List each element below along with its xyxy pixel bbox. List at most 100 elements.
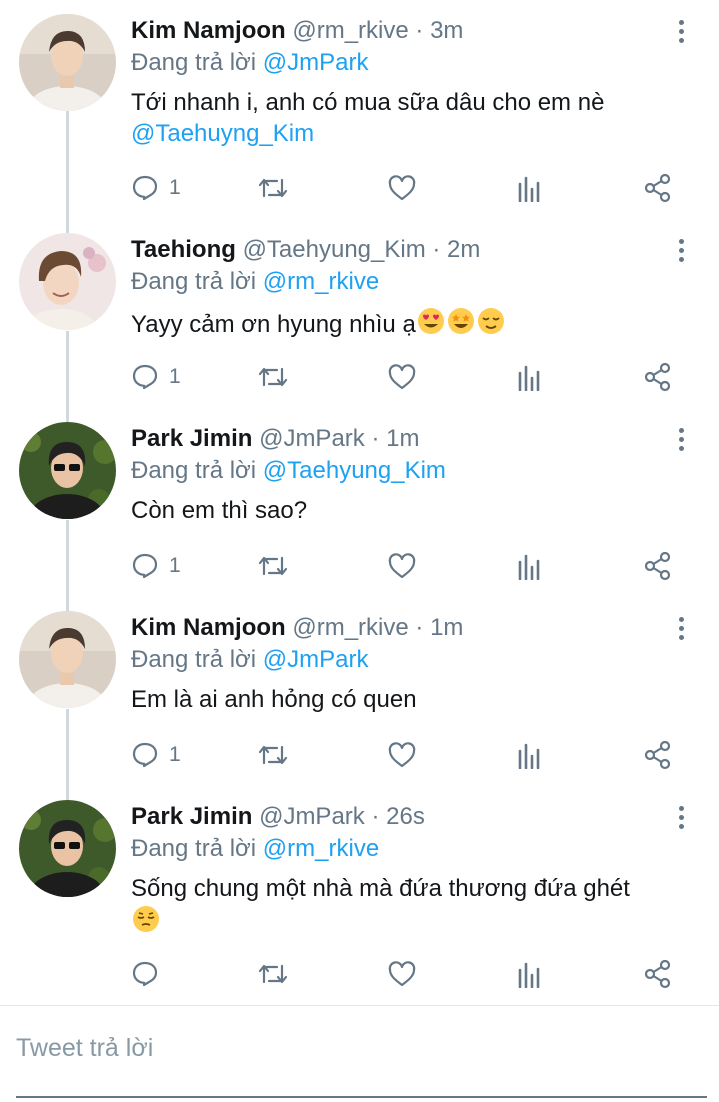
tweet-text: Còn em thì sao?	[131, 495, 691, 526]
replying-label: Đang trả lời	[131, 268, 257, 295]
tweet-text: Em là ai anh hỏng có quen	[131, 684, 691, 715]
tweet-text-mention[interactable]: @Taehuyng_Kim	[131, 120, 314, 147]
timestamp[interactable]: 26s	[386, 803, 425, 830]
tweet-header: Taehiong @Taehyung_Kim · 2m	[131, 233, 480, 267]
retweet-icon	[258, 964, 288, 984]
more-options-icon[interactable]	[673, 804, 689, 830]
reply-icon	[132, 175, 158, 201]
timestamp[interactable]: 2m	[447, 236, 480, 263]
like-button[interactable]	[387, 957, 417, 991]
separator-dot: ·	[415, 17, 424, 44]
analytics-button[interactable]	[517, 957, 543, 991]
author-handle[interactable]: @rm_rkive	[292, 17, 408, 44]
reply-button[interactable]: 1	[131, 738, 181, 772]
analytics-button[interactable]	[517, 171, 543, 205]
replying-to: Đang trả lời @rm_rkive	[131, 266, 379, 298]
replying-mention[interactable]: @JmPark	[263, 646, 369, 673]
heart-icon	[388, 961, 416, 987]
share-button[interactable]	[643, 738, 673, 772]
like-button[interactable]	[387, 360, 417, 394]
author-name[interactable]: Park Jimin	[131, 425, 252, 452]
avatar-park-jimin[interactable]	[19, 800, 116, 897]
replying-to: Đang trả lời @JmPark	[131, 644, 369, 676]
tweet-header: Park Jimin @JmPark · 1m	[131, 422, 419, 456]
reply-count: 1	[169, 554, 181, 577]
retweet-icon	[258, 367, 288, 387]
reply-button[interactable]: 1	[131, 171, 181, 205]
replying-mention[interactable]: @JmPark	[263, 49, 369, 76]
reply-button[interactable]: 1	[131, 360, 181, 394]
more-options-icon[interactable]	[673, 237, 689, 263]
timestamp[interactable]: 1m	[430, 614, 463, 641]
star-struck-emoji	[446, 306, 476, 344]
author-handle[interactable]: @JmPark	[259, 425, 365, 452]
tweet-text: Tới nhanh i, anh có mua sữa dâu cho em n…	[131, 87, 691, 149]
author-handle[interactable]: @Taehyung_Kim	[243, 236, 426, 263]
tweet-text-body: Yayy cảm ơn hyung nhìu ạ	[131, 311, 416, 338]
like-button[interactable]	[387, 738, 417, 772]
replying-label: Đang trả lời	[131, 646, 257, 673]
retweet-button[interactable]	[257, 171, 289, 205]
share-button[interactable]	[643, 171, 673, 205]
more-options-icon[interactable]	[673, 18, 689, 44]
share-button[interactable]	[643, 360, 673, 394]
author-name[interactable]: Park Jimin	[131, 803, 252, 830]
heart-eyes-emoji	[416, 306, 446, 344]
retweet-icon	[258, 178, 288, 198]
retweet-button[interactable]	[257, 957, 289, 991]
author-name[interactable]: Taehiong	[131, 236, 236, 263]
author-name[interactable]: Kim Namjoon	[131, 17, 286, 44]
retweet-button[interactable]	[257, 738, 289, 772]
analytics-icon	[518, 176, 540, 202]
reply-icon	[132, 961, 158, 987]
tweet-text-body: Sống chung một nhà mà đứa thương đứa ghé…	[131, 875, 630, 902]
avatar-taehiong[interactable]	[19, 233, 116, 330]
author-name[interactable]: Kim Namjoon	[131, 614, 286, 641]
share-icon	[644, 362, 671, 392]
reply-count: 1	[169, 365, 181, 388]
analytics-button[interactable]	[517, 738, 543, 772]
reply-button[interactable]: 1	[131, 549, 181, 583]
tweet-header: Kim Namjoon @rm_rkive · 1m	[131, 611, 463, 645]
share-button[interactable]	[643, 957, 673, 991]
avatar-kim-namjoon[interactable]	[19, 14, 116, 111]
separator-dot: ·	[415, 614, 424, 641]
more-options-icon[interactable]	[673, 426, 689, 452]
reply-input[interactable]: Tweet trả lời	[16, 1034, 153, 1063]
share-icon	[644, 959, 671, 989]
retweet-button[interactable]	[257, 549, 289, 583]
author-handle[interactable]: @JmPark	[259, 803, 365, 830]
replying-mention[interactable]: @Taehyung_Kim	[263, 457, 446, 484]
tweet-actions: 1	[131, 360, 691, 394]
more-options-icon[interactable]	[673, 615, 689, 641]
analytics-icon	[518, 743, 540, 769]
tweet-text: Sống chung một nhà mà đứa thương đứa ghé…	[131, 873, 691, 942]
analytics-button[interactable]	[517, 360, 543, 394]
analytics-icon	[518, 365, 540, 391]
separator-dot: ·	[432, 236, 441, 263]
timestamp[interactable]: 1m	[386, 425, 419, 452]
analytics-icon	[518, 962, 540, 988]
thread-line	[66, 520, 69, 612]
reply-button[interactable]	[131, 957, 169, 991]
analytics-button[interactable]	[517, 549, 543, 583]
replying-mention[interactable]: @rm_rkive	[263, 835, 379, 862]
retweet-icon	[258, 556, 288, 576]
like-button[interactable]	[387, 171, 417, 205]
relieved-emoji	[476, 306, 506, 344]
reply-count: 1	[169, 743, 181, 766]
replying-mention[interactable]: @rm_rkive	[263, 268, 379, 295]
thread-line	[66, 331, 69, 423]
retweet-button[interactable]	[257, 360, 289, 394]
avatar-kim-namjoon[interactable]	[19, 611, 116, 708]
heart-icon	[388, 553, 416, 579]
share-button[interactable]	[643, 549, 673, 583]
reply-icon	[132, 364, 158, 390]
author-handle[interactable]: @rm_rkive	[292, 614, 408, 641]
heart-icon	[388, 175, 416, 201]
reply-icon	[132, 742, 158, 768]
timestamp[interactable]: 3m	[430, 17, 463, 44]
replying-label: Đang trả lời	[131, 49, 257, 76]
avatar-park-jimin[interactable]	[19, 422, 116, 519]
like-button[interactable]	[387, 549, 417, 583]
